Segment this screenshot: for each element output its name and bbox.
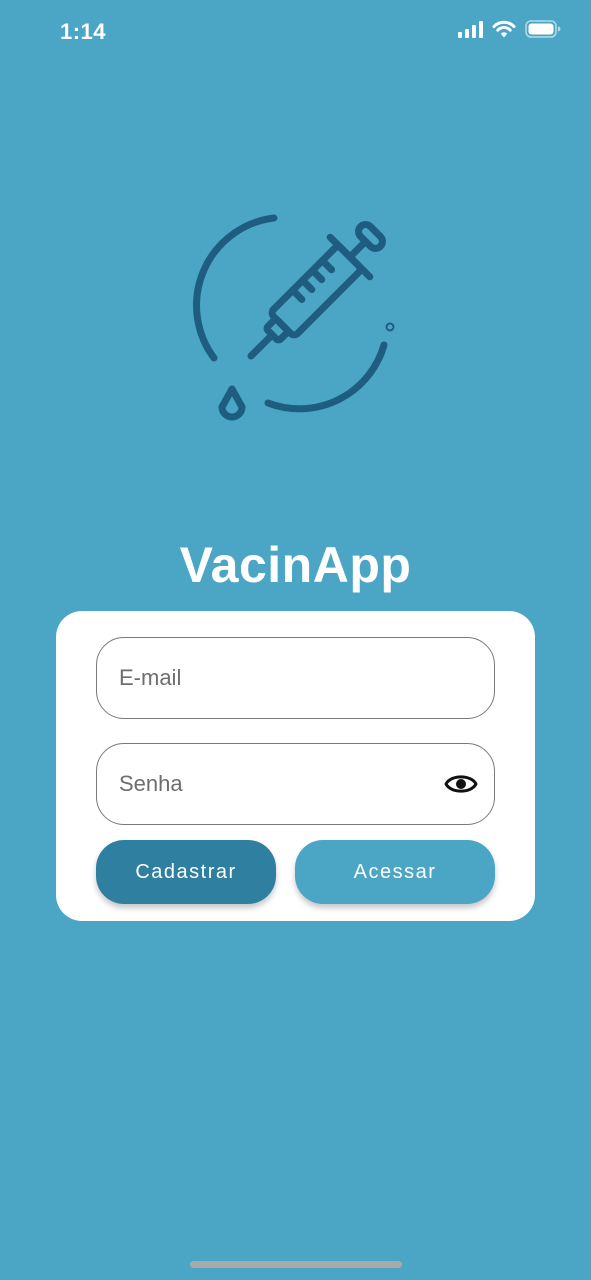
password-field-container[interactable]	[96, 743, 495, 825]
password-field[interactable]	[117, 770, 421, 798]
status-icons	[458, 20, 561, 38]
app-title: VacinApp	[179, 537, 412, 593]
wifi-icon	[492, 20, 516, 38]
register-button[interactable]: Cadastrar	[96, 840, 276, 904]
syringe-icon	[193, 214, 395, 421]
login-button[interactable]: Acessar	[295, 840, 495, 904]
home-indicator[interactable]	[190, 1261, 402, 1268]
battery-icon	[525, 20, 561, 38]
status-time: 1:14	[60, 19, 107, 44]
signal-icon	[458, 20, 483, 38]
eye-icon[interactable]	[444, 769, 478, 799]
email-field[interactable]	[117, 664, 421, 692]
status-bar: 1:14	[0, 0, 591, 64]
login-card: Cadastrar Acessar	[56, 611, 535, 921]
email-field-container[interactable]	[96, 637, 495, 719]
